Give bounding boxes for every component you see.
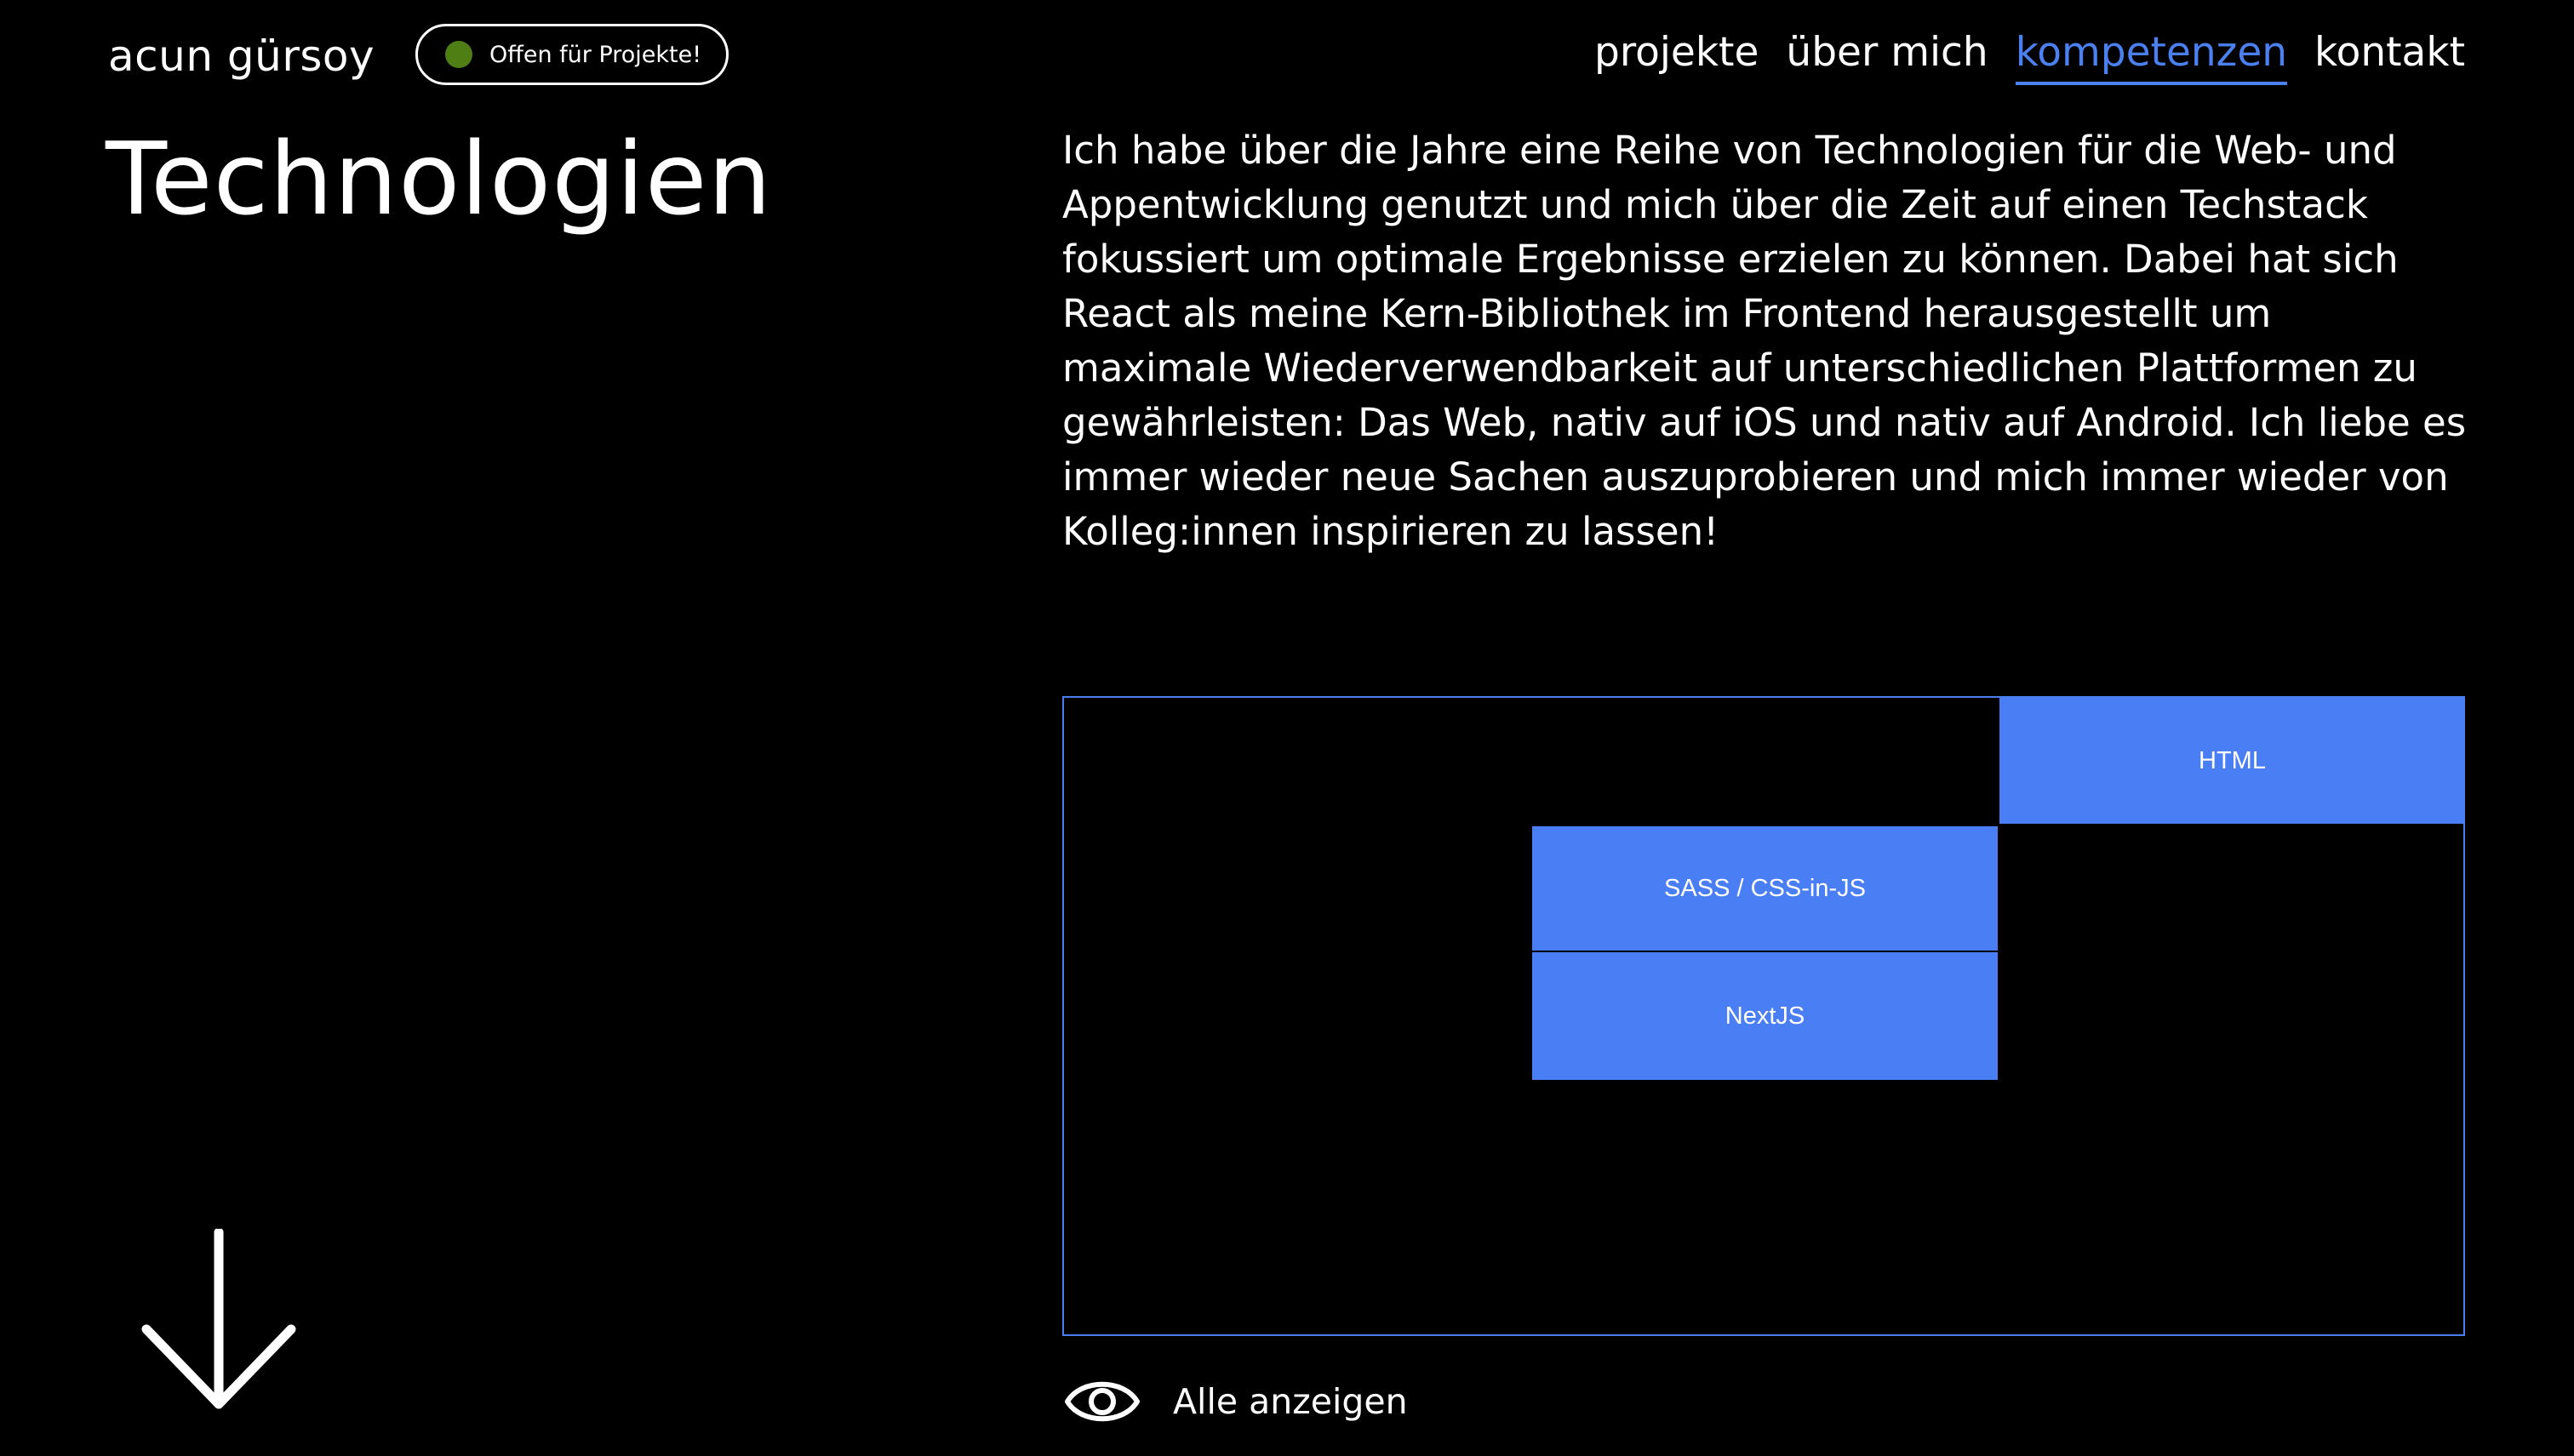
nav-item-ueber-mich[interactable]: über mich: [1786, 27, 1988, 85]
intro-text: Ich habe über die Jahre eine Reihe von T…: [1062, 128, 2467, 554]
nav-item-projekte[interactable]: projekte: [1594, 27, 1759, 85]
tech-tile-nextjs[interactable]: NextJS: [1532, 952, 1998, 1080]
nav-item-kompetenzen[interactable]: kompetenzen: [2015, 27, 2288, 85]
status-badge: Offen für Projekte!: [415, 24, 729, 85]
arrow-down-icon[interactable]: [140, 1229, 298, 1411]
tech-tile-html[interactable]: HTML: [1999, 698, 2465, 824]
page-title: Technologien: [106, 120, 773, 237]
site-header: acun gürsoy Offen für Projekte! projekte…: [0, 0, 2574, 111]
main-nav: projekte über mich kompetenzen kontakt: [1594, 27, 2465, 85]
show-all-button[interactable]: Alle anzeigen: [1064, 1372, 1408, 1431]
show-all-label: Alle anzeigen: [1173, 1381, 1408, 1422]
nav-item-kontakt[interactable]: kontakt: [2314, 27, 2465, 85]
tech-stack-grid: HTML SASS / CSS-in-JS NextJS: [1062, 696, 2465, 1336]
status-badge-label: Offen für Projekte!: [489, 41, 702, 68]
tech-tile-sass-css-in-js[interactable]: SASS / CSS-in-JS: [1532, 826, 1998, 951]
brand-name[interactable]: acun gürsoy: [108, 31, 375, 82]
status-dot: [445, 41, 472, 68]
eye-icon: [1065, 1381, 1140, 1422]
